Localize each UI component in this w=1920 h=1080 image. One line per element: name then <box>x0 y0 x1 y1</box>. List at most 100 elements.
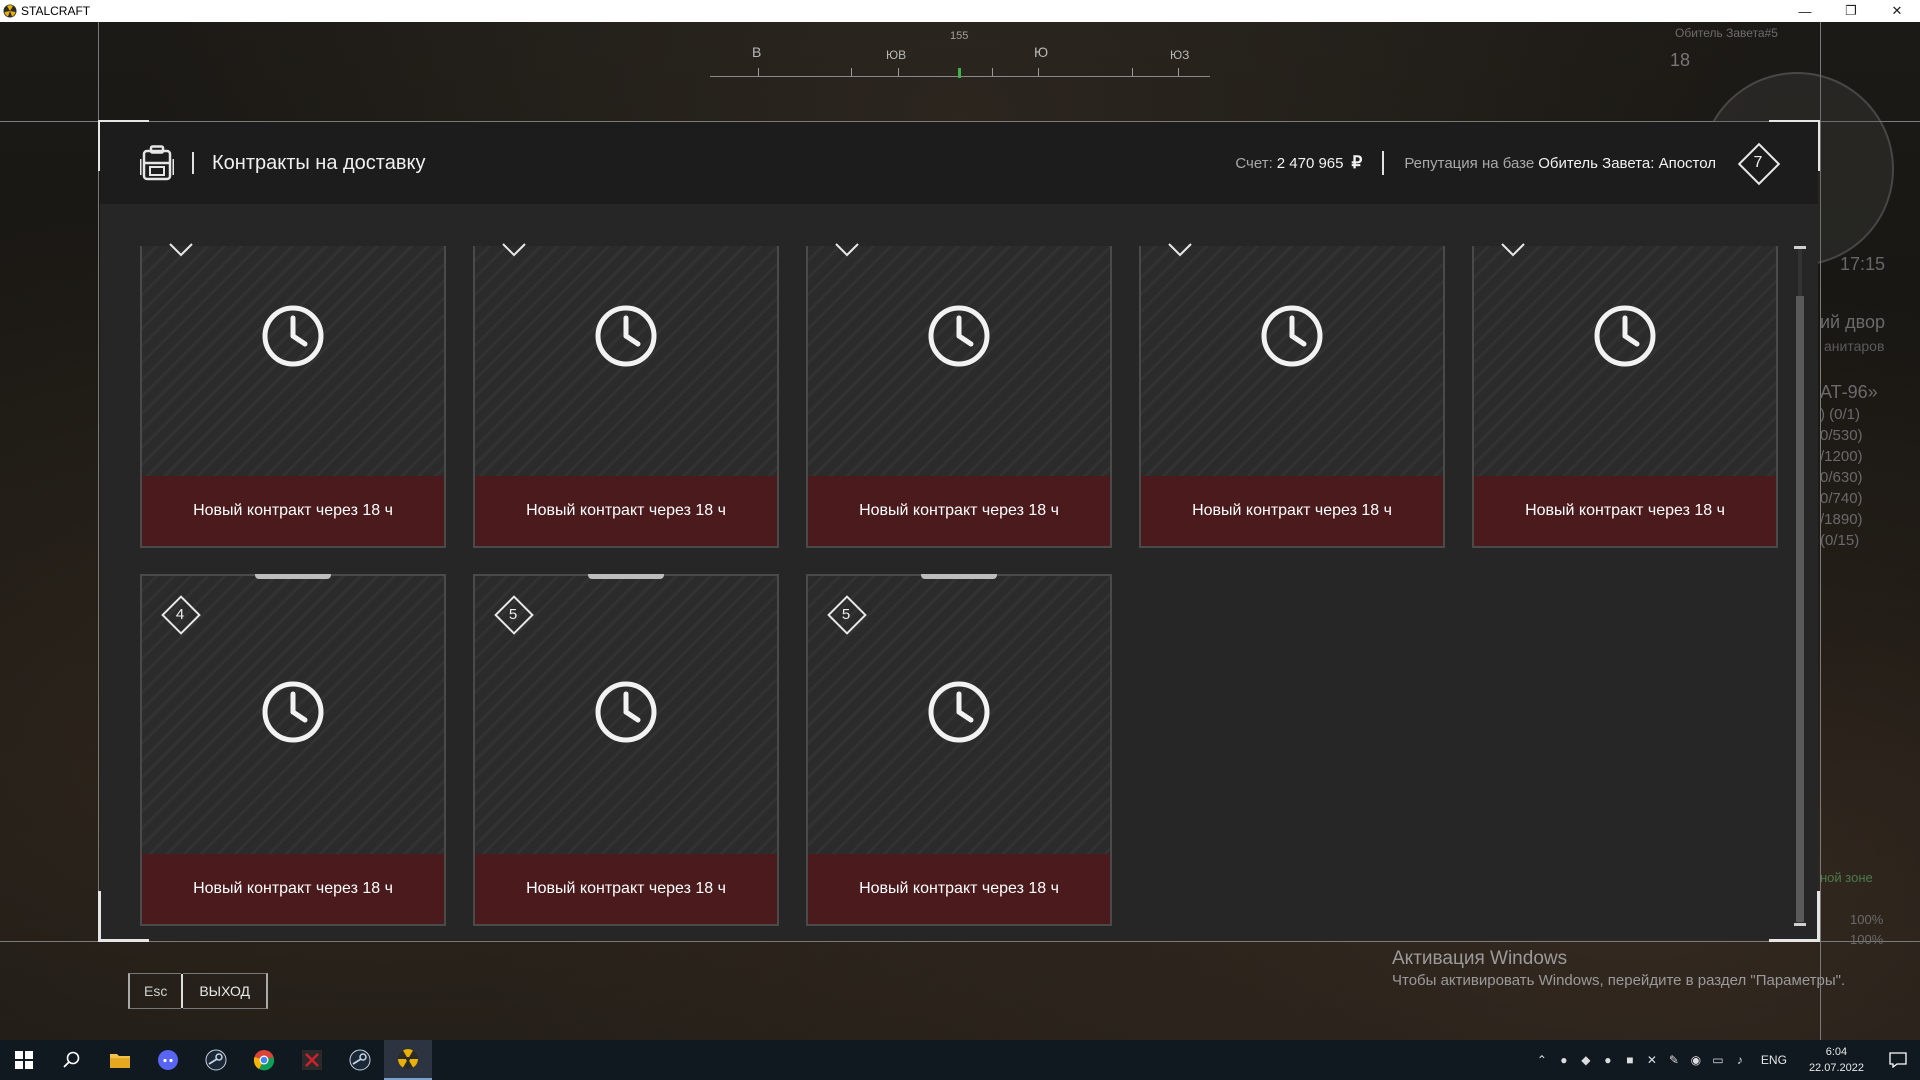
clock-icon <box>261 680 325 744</box>
clock-icon <box>927 680 991 744</box>
taskbar-stalcraft[interactable] <box>384 1040 432 1080</box>
compass-tick <box>758 68 759 76</box>
quest-subtitle: анитаров <box>1824 338 1885 354</box>
hud-right-panel: Обитель Завета#5 18 17:15 ий двор анитар… <box>1670 22 1920 1040</box>
quest-progress: 0/630) <box>1820 469 1863 486</box>
search-button[interactable] <box>48 1040 96 1080</box>
tray-discord-icon[interactable]: ● <box>1597 1040 1619 1080</box>
minimap-label: Обитель Завета#5 <box>1675 26 1778 40</box>
quest-item: АТ-96» <box>1820 382 1878 402</box>
dialog-header: Контракты на доставку Счет: 2 470 965 ₽ … <box>100 122 1818 204</box>
header-separator <box>1382 151 1385 175</box>
tray-expand-icon[interactable]: ⌃ <box>1531 1040 1553 1080</box>
taskbar-clock[interactable]: 6:04 22.07.2022 <box>1797 1044 1876 1076</box>
balance-label: Счет: <box>1235 154 1273 172</box>
windows-activation-watermark: Активация Windows Чтобы активировать Win… <box>1392 948 1845 989</box>
contract-timer-text: Новый контракт через 18 ч <box>475 854 777 924</box>
restore-button[interactable]: ❐ <box>1828 0 1874 22</box>
card-tab-indicator <box>588 574 664 579</box>
chevron-down-icon <box>1168 243 1192 257</box>
tray-network-icon[interactable]: ▭ <box>1707 1040 1729 1080</box>
clock-icon <box>594 680 658 744</box>
contract-card[interactable]: 4 Новый контракт через 18 ч <box>140 574 446 926</box>
contract-timer-text: Новый контракт через 18 ч <box>1474 476 1776 546</box>
card-tab-indicator <box>255 574 331 579</box>
contract-timer-text: Новый контракт через 18 ч <box>808 476 1110 546</box>
dialog-title: Контракты на доставку <box>212 151 426 174</box>
app-x-icon <box>302 1050 322 1070</box>
esc-key[interactable]: Esc <box>128 973 182 1009</box>
exit-button[interactable]: Esc ВЫХОД <box>128 973 269 1009</box>
taskbar-steam[interactable] <box>192 1040 240 1080</box>
stalcraft-logo-icon <box>3 4 17 18</box>
tray-steam-icon[interactable]: ● <box>1553 1040 1575 1080</box>
contract-timer-text: Новый контракт через 18 ч <box>142 476 444 546</box>
discord-icon <box>158 1050 178 1070</box>
contract-level-badge: 5 <box>826 594 867 635</box>
contract-timer-text: Новый контракт через 18 ч <box>808 854 1110 924</box>
minimap-number: 18 <box>1670 50 1691 70</box>
close-button[interactable]: ✕ <box>1874 0 1920 22</box>
scrollbar-thumb[interactable] <box>1796 296 1804 922</box>
header-separator <box>192 152 194 174</box>
windows-icon <box>15 1051 33 1069</box>
tray-app-icon[interactable]: ✕ <box>1641 1040 1663 1080</box>
compass-tick <box>1038 68 1039 76</box>
contract-card[interactable]: Новый контракт через 18 ч <box>1139 243 1445 548</box>
tray-pen-icon[interactable]: ✎ <box>1663 1040 1685 1080</box>
language-indicator[interactable]: ENG <box>1751 1053 1797 1067</box>
notification-button[interactable] <box>1876 1040 1920 1080</box>
hud-time: 17:15 <box>1840 254 1886 274</box>
system-tray: ⌃ ● ◆ ● ■ ✕ ✎ ◉ ▭ ♪ ENG 6:04 22.07.2022 <box>1531 1040 1920 1080</box>
exit-label[interactable]: ВЫХОД <box>183 973 269 1009</box>
scrollbar-cap <box>1794 923 1806 926</box>
compass-tick <box>992 68 993 76</box>
header-info: Счет: 2 470 965 ₽ Репутация на базе Обит… <box>1235 142 1781 186</box>
clock-icon <box>927 304 991 368</box>
taskbar-steam-2[interactable] <box>336 1040 384 1080</box>
activation-text: Чтобы активировать Windows, перейдите в … <box>1392 972 1846 989</box>
reputation-label: Репутация на базе <box>1404 154 1535 172</box>
taskbar-explorer[interactable] <box>96 1040 144 1080</box>
chevron-down-icon <box>835 243 859 257</box>
quest-progress: /1200) <box>1820 448 1863 465</box>
start-button[interactable] <box>0 1040 48 1080</box>
minimize-button[interactable]: — <box>1782 0 1828 22</box>
clock-date: 22.07.2022 <box>1808 1062 1864 1074</box>
compass-degree: 155 <box>950 30 969 42</box>
chevron-down-icon <box>502 243 526 257</box>
contract-level: 5 <box>841 605 851 623</box>
reputation-level: 7 <box>1753 154 1763 171</box>
notification-icon <box>1889 1052 1907 1068</box>
tray-volume-icon[interactable]: ♪ <box>1729 1040 1751 1080</box>
compass-tick <box>1132 68 1133 76</box>
scrollbar-cap <box>1794 246 1806 249</box>
contract-card[interactable]: Новый контракт через 18 ч <box>473 243 779 548</box>
scrollbar[interactable] <box>1794 246 1806 926</box>
clock-icon <box>261 304 325 368</box>
compass-label-e: В <box>752 44 762 60</box>
taskbar-discord[interactable] <box>144 1040 192 1080</box>
contract-card[interactable]: Новый контракт через 18 ч <box>1472 243 1778 548</box>
contract-card[interactable]: Новый контракт через 18 ч <box>140 243 446 548</box>
clock-icon <box>1260 304 1324 368</box>
tray-chrome-icon[interactable]: ◉ <box>1685 1040 1707 1080</box>
activation-title: Активация Windows <box>1392 948 1568 969</box>
taskbar-chrome[interactable] <box>240 1040 288 1080</box>
contract-card[interactable]: Новый контракт через 18 ч <box>806 243 1112 548</box>
compass-heading-marker <box>958 68 961 78</box>
contract-card[interactable]: 5 Новый контракт через 18 ч <box>473 574 779 926</box>
taskbar: ⌃ ● ◆ ● ■ ✕ ✎ ◉ ▭ ♪ ENG 6:04 22.07.2022 <box>0 1040 1920 1080</box>
compass-tick <box>898 68 899 76</box>
compass-label-se: ЮВ <box>886 48 907 62</box>
contract-timer-text: Новый контракт через 18 ч <box>1141 476 1443 546</box>
folder-icon <box>110 1054 130 1068</box>
ruble-icon: ₽ <box>1351 153 1363 172</box>
tray-nvidia-icon[interactable]: ■ <box>1619 1040 1641 1080</box>
contract-level-badge: 5 <box>493 594 534 635</box>
contract-card[interactable]: 5 Новый контракт через 18 ч <box>806 574 1112 926</box>
compass-tick <box>851 68 852 76</box>
taskbar-app-x[interactable] <box>288 1040 336 1080</box>
quest-progress: /1890) <box>1820 511 1863 528</box>
tray-shield-icon[interactable]: ◆ <box>1575 1040 1597 1080</box>
